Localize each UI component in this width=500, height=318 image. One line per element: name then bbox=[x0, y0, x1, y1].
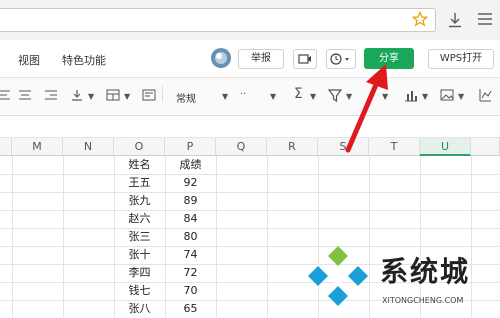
align-center-icon[interactable] bbox=[18, 88, 32, 102]
chevron-down-icon[interactable]: ▼ bbox=[270, 92, 276, 101]
annotation-arrow bbox=[345, 64, 388, 153]
cell-name[interactable]: 王五 bbox=[114, 175, 165, 191]
wrap-icon[interactable] bbox=[142, 88, 156, 102]
chevron-down-icon[interactable]: ▼ bbox=[124, 92, 130, 101]
column-header[interactable]: O bbox=[114, 138, 165, 156]
align-bottom-icon[interactable] bbox=[70, 88, 84, 102]
chevron-down-icon[interactable]: ▼ bbox=[310, 92, 316, 101]
column-header[interactable]: P bbox=[165, 138, 216, 156]
cell-score[interactable]: 84 bbox=[165, 211, 216, 227]
watermark-url: XITONGCHENG.COM bbox=[382, 296, 464, 305]
column-header-selected[interactable]: U bbox=[420, 138, 471, 156]
cell-name[interactable]: 李四 bbox=[114, 265, 165, 281]
download-icon[interactable] bbox=[448, 12, 462, 31]
cell-name[interactable]: 赵六 bbox=[114, 211, 165, 227]
watermark-logo-icon bbox=[308, 246, 368, 306]
column-header[interactable]: R bbox=[267, 138, 318, 156]
number-format-select[interactable]: 常规 bbox=[176, 90, 196, 105]
cell-score[interactable]: 92 bbox=[165, 175, 216, 191]
column-header-blank[interactable] bbox=[0, 138, 12, 156]
image-icon[interactable] bbox=[440, 88, 454, 102]
cell-score[interactable]: 72 bbox=[165, 265, 216, 281]
cell-score[interactable]: 80 bbox=[165, 229, 216, 245]
grid-line bbox=[12, 156, 13, 318]
chart-icon[interactable] bbox=[404, 88, 418, 102]
cell-score[interactable]: 89 bbox=[165, 193, 216, 209]
chevron-down-icon[interactable]: ▼ bbox=[422, 92, 428, 101]
align-left-icon[interactable] bbox=[0, 88, 14, 102]
cell-header-score[interactable]: 成绩 bbox=[165, 157, 216, 173]
video-icon bbox=[298, 54, 312, 68]
menu-icon[interactable] bbox=[478, 13, 492, 28]
column-header[interactable]: M bbox=[12, 138, 63, 156]
watermark-title: 系统城 bbox=[380, 255, 471, 288]
chevron-down-icon[interactable]: ▼ bbox=[458, 92, 464, 101]
column-header-partial[interactable] bbox=[471, 138, 500, 156]
browser-toolbar bbox=[0, 0, 500, 40]
function-icon[interactable] bbox=[478, 88, 492, 102]
cell-score[interactable]: 70 bbox=[165, 283, 216, 299]
cell-name[interactable]: 张九 bbox=[114, 193, 165, 209]
cell-score[interactable]: 65 bbox=[165, 301, 216, 317]
grid-line bbox=[420, 156, 421, 318]
grid-line bbox=[63, 156, 64, 318]
column-header[interactable]: N bbox=[63, 138, 114, 156]
cell-name[interactable]: 张八 bbox=[114, 301, 165, 317]
star-icon[interactable] bbox=[411, 10, 429, 30]
cell-name[interactable]: 钱七 bbox=[114, 283, 165, 299]
grid-line bbox=[216, 156, 217, 318]
avatar[interactable] bbox=[210, 47, 232, 72]
grid-line bbox=[267, 156, 268, 318]
percent-icon[interactable]: ·· bbox=[240, 89, 246, 100]
menu-view[interactable]: 视图 bbox=[18, 52, 40, 68]
grid-line bbox=[0, 228, 500, 229]
cell-name[interactable]: 张三 bbox=[114, 229, 165, 245]
sum-icon[interactable]: Σ bbox=[294, 86, 303, 102]
cell-score[interactable]: 74 bbox=[165, 247, 216, 263]
formula-bar[interactable] bbox=[0, 116, 500, 138]
grid-line bbox=[0, 210, 500, 211]
column-header[interactable]: Q bbox=[216, 138, 267, 156]
grid-line bbox=[0, 174, 500, 175]
address-bar[interactable] bbox=[0, 8, 436, 32]
chevron-down-icon[interactable]: ▼ bbox=[222, 92, 228, 101]
divider bbox=[162, 86, 163, 102]
report-button[interactable]: 举报 bbox=[238, 49, 284, 69]
border-icon[interactable] bbox=[106, 88, 120, 102]
grid-line bbox=[0, 246, 500, 247]
grid-line bbox=[471, 156, 472, 318]
wps-open-button[interactable]: WPS打开 bbox=[428, 49, 494, 69]
video-button[interactable] bbox=[293, 49, 317, 69]
cell-name[interactable]: 张十 bbox=[114, 247, 165, 263]
chevron-down-icon[interactable]: ▼ bbox=[88, 92, 94, 101]
grid-line bbox=[0, 192, 500, 193]
menu-features[interactable]: 特色功能 bbox=[62, 52, 106, 68]
align-right-icon[interactable] bbox=[44, 88, 58, 102]
cell-header-name[interactable]: 姓名 bbox=[114, 157, 165, 173]
